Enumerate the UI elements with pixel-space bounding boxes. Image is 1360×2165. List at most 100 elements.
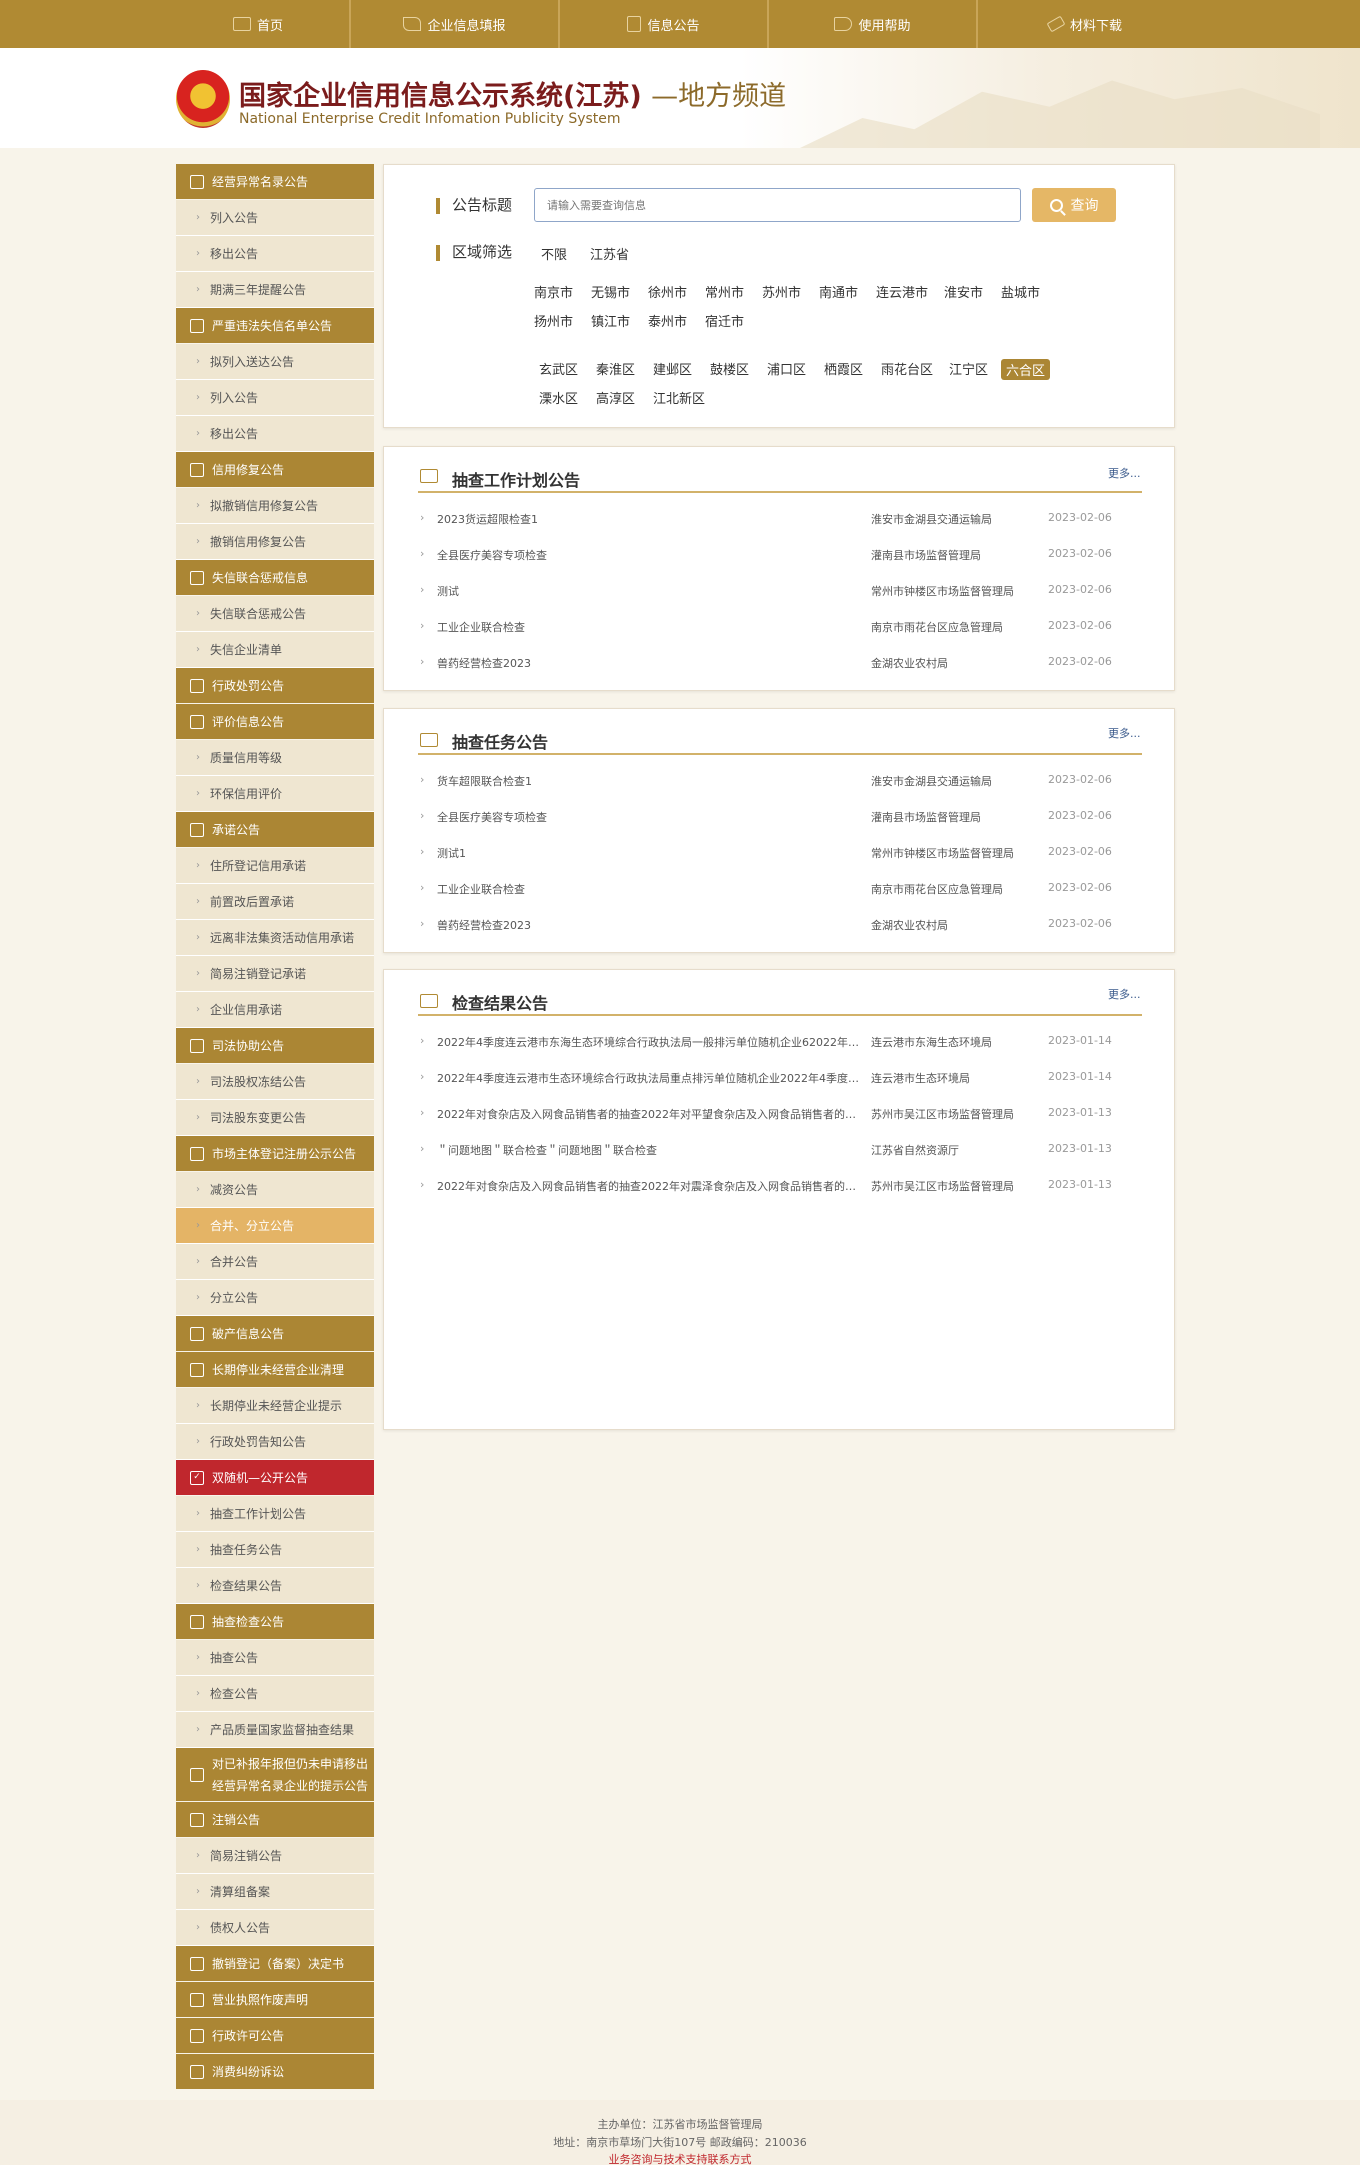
region-option[interactable]: 鼓楼区 [710, 359, 749, 378]
sidebar-item[interactable]: › 抽查任务公告 [176, 1532, 374, 1568]
sidebar-category[interactable]: ✓ 双随机—公开公告 [176, 1460, 374, 1495]
sidebar-category[interactable]: 对已补报年报但仍未申请移出经营异常名录企业的提示公告 [176, 1748, 374, 1801]
sidebar-item[interactable]: › 失信企业清单 [176, 632, 374, 668]
sidebar-category[interactable]: 严重违法失信名单公告 [176, 308, 374, 343]
sidebar-item[interactable]: › 住所登记信用承诺 [176, 848, 374, 884]
sidebar-item[interactable]: › 简易注销登记承诺 [176, 956, 374, 992]
region-option[interactable]: 江宁区 [949, 359, 988, 378]
sidebar-item[interactable]: › 债权人公告 [176, 1910, 374, 1946]
announcement-row[interactable]: › 工业企业联合检查 南京市雨花台区应急管理局 2023-02-06 [420, 619, 1130, 639]
announcement-row[interactable]: › 全县医疗美容专项检查 灌南县市场监督管理局 2023-02-06 [420, 809, 1130, 829]
announcement-row[interactable]: › 测试1 常州市钟楼区市场监督管理局 2023-02-06 [420, 845, 1130, 865]
nav-announcements[interactable]: 信息公告 [561, 0, 766, 48]
region-option[interactable]: 淮安市 [944, 282, 983, 301]
announcement-row[interactable]: › 全县医疗美容专项检查 灌南县市场监督管理局 2023-02-06 [420, 547, 1130, 567]
region-option[interactable]: 苏州市 [762, 282, 801, 301]
sidebar-category[interactable]: 评价信息公告 [176, 704, 374, 739]
region-option[interactable]: 泰州市 [648, 311, 687, 330]
region-option[interactable]: 南京市 [534, 282, 573, 301]
sidebar-item[interactable]: › 撤销信用修复公告 [176, 524, 374, 560]
sidebar-item[interactable]: › 移出公告 [176, 236, 374, 272]
nav-home[interactable]: 首页 [168, 0, 348, 48]
announcement-row[interactable]: › 兽药经营检查2023 金湖农业农村局 2023-02-06 [420, 917, 1130, 937]
sidebar-category[interactable]: 市场主体登记注册公示公告 [176, 1136, 374, 1171]
sidebar-item[interactable]: › 失信联合惩戒公告 [176, 596, 374, 632]
region-option[interactable]: 无锡市 [591, 282, 630, 301]
sidebar-item[interactable]: › 合并公告 [176, 1244, 374, 1280]
announcement-row[interactable]: › ＂问题地图＂联合检查＂问题地图＂联合检查 江苏省自然资源厅 2023-01-13 [420, 1142, 1130, 1162]
region-option[interactable]: 盐城市 [1001, 282, 1040, 301]
sidebar-category[interactable]: 破产信息公告 [176, 1316, 374, 1351]
sidebar-item[interactable]: › 前置改后置承诺 [176, 884, 374, 920]
region-option[interactable]: 秦淮区 [596, 359, 635, 378]
sidebar-category[interactable]: 经营异常名录公告 [176, 164, 374, 199]
sidebar-item[interactable]: › 拟列入送达公告 [176, 344, 374, 380]
sidebar-item[interactable]: › 列入公告 [176, 380, 374, 416]
region-option[interactable]: 不限 [541, 244, 567, 263]
sidebar-category[interactable]: 行政许可公告 [176, 2018, 374, 2053]
region-option[interactable]: 溧水区 [539, 388, 578, 407]
sidebar-item[interactable]: › 抽查工作计划公告 [176, 1496, 374, 1532]
nav-downloads[interactable]: 材料下载 [979, 0, 1191, 48]
announcement-row[interactable]: › 2022年对食杂店及入网食品销售者的抽查2022年对平望食杂店及入网食品销售者… [420, 1106, 1130, 1126]
announcement-row[interactable]: › 兽药经营检查2023 金湖农业农村局 2023-02-06 [420, 655, 1130, 675]
sidebar-item[interactable]: › 期满三年提醒公告 [176, 272, 374, 308]
sidebar-category[interactable]: 长期停业未经营企业清理 [176, 1352, 374, 1387]
region-option[interactable]: 栖霞区 [824, 359, 863, 378]
nav-enterprise-report[interactable]: 企业信息填报 [352, 0, 557, 48]
nav-help[interactable]: 使用帮助 [770, 0, 975, 48]
announcement-row[interactable]: › 2023货运超限检查1 淮安市金湖县交通运输局 2023-02-06 [420, 511, 1130, 531]
sidebar-category[interactable]: 行政处罚公告 [176, 668, 374, 703]
sidebar-category[interactable]: 信用修复公告 [176, 452, 374, 487]
sidebar-item[interactable]: › 企业信用承诺 [176, 992, 374, 1028]
region-option[interactable]: 高淳区 [596, 388, 635, 407]
more-link[interactable]: 更多... [1108, 725, 1141, 741]
region-option[interactable]: 六合区 [1001, 359, 1051, 380]
sidebar-category[interactable]: 承诺公告 [176, 812, 374, 847]
sidebar-item[interactable]: › 简易注销公告 [176, 1838, 374, 1874]
sidebar-item[interactable]: › 司法股东变更公告 [176, 1100, 374, 1136]
sidebar-category[interactable]: 撤销登记（备案）决定书 [176, 1946, 374, 1981]
sidebar-item[interactable]: › 合并、分立公告 [176, 1208, 374, 1244]
region-option[interactable]: 玄武区 [539, 359, 578, 378]
announcement-row[interactable]: › 工业企业联合检查 南京市雨花台区应急管理局 2023-02-06 [420, 881, 1130, 901]
search-input[interactable] [534, 188, 1021, 222]
region-option[interactable]: 镇江市 [591, 311, 630, 330]
sidebar-category[interactable]: 失信联合惩戒信息 [176, 560, 374, 595]
sidebar-category[interactable]: 注销公告 [176, 1802, 374, 1837]
sidebar-item[interactable]: › 检查公告 [176, 1676, 374, 1712]
announcement-row[interactable]: › 测试 常州市钟楼区市场监督管理局 2023-02-06 [420, 583, 1130, 603]
more-link[interactable]: 更多... [1108, 465, 1141, 481]
more-link[interactable]: 更多... [1108, 986, 1141, 1002]
sidebar-item[interactable]: › 抽查公告 [176, 1640, 374, 1676]
sidebar-item[interactable]: › 产品质量国家监督抽查结果 [176, 1712, 374, 1748]
sidebar-item[interactable]: › 行政处罚告知公告 [176, 1424, 374, 1460]
sidebar-item[interactable]: › 拟撤销信用修复公告 [176, 488, 374, 524]
sidebar-item[interactable]: › 长期停业未经营企业提示 [176, 1388, 374, 1424]
sidebar-item[interactable]: › 质量信用等级 [176, 740, 374, 776]
region-option[interactable]: 常州市 [705, 282, 744, 301]
sidebar-category[interactable]: 司法协助公告 [176, 1028, 374, 1063]
region-option[interactable]: 南通市 [819, 282, 858, 301]
announcement-row[interactable]: › 货车超限联合检查1 淮安市金湖县交通运输局 2023-02-06 [420, 773, 1130, 793]
footer-contact-link[interactable]: 业务咨询与技术支持联系方式 [0, 2151, 1360, 2165]
sidebar-item[interactable]: › 司法股权冻结公告 [176, 1064, 374, 1100]
sidebar-item[interactable]: › 检查结果公告 [176, 1568, 374, 1604]
region-option[interactable]: 浦口区 [767, 359, 806, 378]
announcement-row[interactable]: › 2022年4季度连云港市东海生态环境综合行政执法局一般排污单位随机企业6202… [420, 1034, 1130, 1054]
sidebar-item[interactable]: › 分立公告 [176, 1280, 374, 1316]
sidebar-item[interactable]: › 列入公告 [176, 200, 374, 236]
region-option[interactable]: 徐州市 [648, 282, 687, 301]
region-option[interactable]: 江北新区 [653, 388, 705, 407]
announcement-row[interactable]: › 2022年4季度连云港市生态环境综合行政执法局重点排污单位随机企业2022年4… [420, 1070, 1130, 1090]
sidebar-category[interactable]: 抽查检查公告 [176, 1604, 374, 1639]
region-option[interactable]: 扬州市 [534, 311, 573, 330]
region-option[interactable]: 宿迁市 [705, 311, 744, 330]
region-option[interactable]: 连云港市 [876, 282, 928, 301]
region-option[interactable]: 建邺区 [653, 359, 692, 378]
sidebar-item[interactable]: › 环保信用评价 [176, 776, 374, 812]
sidebar-item[interactable]: › 清算组备案 [176, 1874, 374, 1910]
search-button[interactable]: 查询 [1032, 188, 1116, 222]
sidebar-category[interactable]: 营业执照作废声明 [176, 1982, 374, 2017]
announcement-row[interactable]: › 2022年对食杂店及入网食品销售者的抽查2022年对震泽食杂店及入网食品销售者… [420, 1178, 1130, 1198]
